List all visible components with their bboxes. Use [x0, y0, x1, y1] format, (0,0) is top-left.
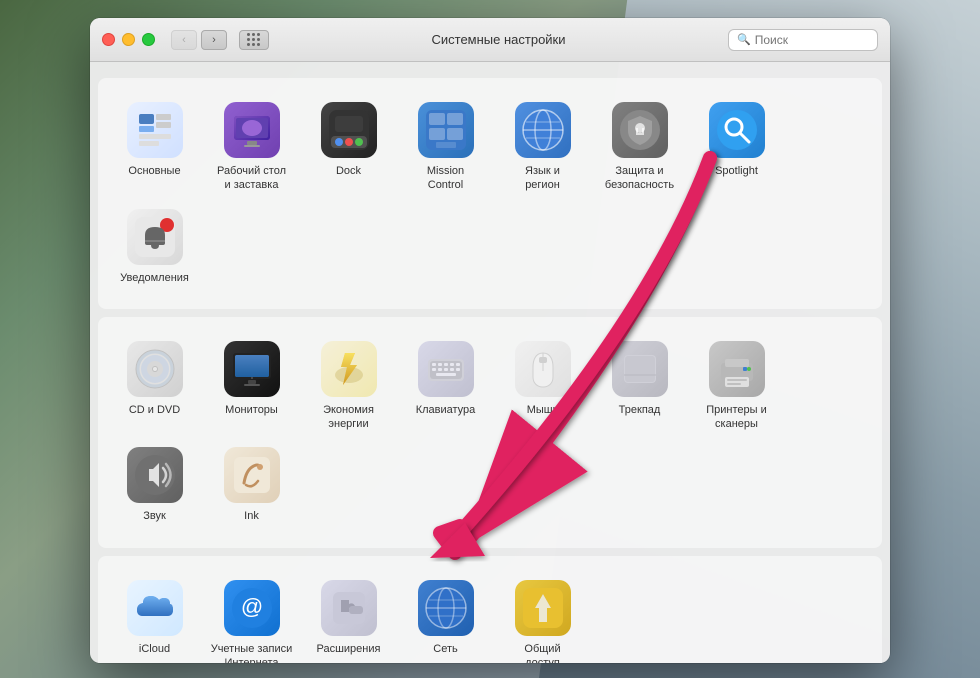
- energy-label: Экономияэнергии: [323, 403, 374, 432]
- sound-icon: [127, 447, 183, 503]
- icons-grid-internet: iCloud @ Учетные записиИнтернета: [106, 572, 874, 663]
- system-preferences-window: ‹ › Системные настройки 🔍: [90, 18, 890, 663]
- cd-icon: [127, 341, 183, 397]
- desktop-icon: [224, 102, 280, 158]
- icon-item-dock[interactable]: Dock: [300, 94, 397, 201]
- icons-grid-hardware: CD и DVD: [106, 333, 874, 532]
- icon-item-icloud[interactable]: iCloud: [106, 572, 203, 663]
- trackpad-label: Трекпад: [619, 403, 661, 417]
- ink-icon: [224, 447, 280, 503]
- notifications-label: Уведомления: [120, 271, 189, 285]
- printers-label: Принтеры исканеры: [706, 403, 767, 432]
- minimize-button[interactable]: [122, 33, 135, 46]
- ink-label: Ink: [244, 509, 259, 523]
- sound-label: Звук: [143, 509, 166, 523]
- keyboard-icon: [418, 341, 474, 397]
- search-input[interactable]: [755, 33, 869, 47]
- icon-item-mouse[interactable]: Мышь: [494, 333, 591, 440]
- icon-item-mission[interactable]: MissionControl: [397, 94, 494, 201]
- icon-item-general[interactable]: Основные: [106, 94, 203, 201]
- nav-buttons: ‹ ›: [171, 30, 227, 50]
- titlebar: ‹ › Системные настройки 🔍: [90, 18, 890, 62]
- monitors-label: Мониторы: [225, 403, 278, 417]
- icon-item-ink[interactable]: Ink: [203, 439, 300, 531]
- trackpad-icon: [612, 341, 668, 397]
- forward-button[interactable]: ›: [201, 30, 227, 50]
- cd-label: CD и DVD: [129, 403, 180, 417]
- icon-item-notifications[interactable]: Уведомления: [106, 201, 203, 293]
- mouse-icon: [515, 341, 571, 397]
- icon-item-monitors[interactable]: Мониторы: [203, 333, 300, 440]
- accounts-label: Учетные записиИнтернета: [211, 642, 293, 663]
- icon-item-printers[interactable]: Принтеры исканеры: [688, 333, 785, 440]
- mission-icon: [418, 102, 474, 158]
- traffic-lights: [102, 33, 155, 46]
- general-label: Основные: [128, 164, 180, 178]
- icon-item-energy[interactable]: Экономияэнергии: [300, 333, 397, 440]
- notifications-icon: [127, 209, 183, 265]
- dock-label: Dock: [336, 164, 361, 178]
- extensions-label: Расширения: [317, 642, 381, 656]
- icloud-label: iCloud: [139, 642, 170, 656]
- close-button[interactable]: [102, 33, 115, 46]
- icon-item-language[interactable]: Язык ирегион: [494, 94, 591, 201]
- icons-grid-personal: Основные: [106, 94, 874, 293]
- printers-icon: [709, 341, 765, 397]
- window-title: Системные настройки: [277, 32, 720, 47]
- section-personal: Основные: [98, 78, 882, 309]
- general-icon: [127, 102, 183, 158]
- search-box[interactable]: 🔍: [728, 29, 878, 51]
- extensions-icon: [321, 580, 377, 636]
- icon-item-network[interactable]: Сеть: [397, 572, 494, 663]
- grid-dots-icon: [247, 33, 261, 47]
- icon-item-security[interactable]: Защита ибезопасность: [591, 94, 688, 201]
- icon-item-trackpad[interactable]: Трекпад: [591, 333, 688, 440]
- security-label: Защита ибезопасность: [605, 164, 674, 193]
- icon-item-cd[interactable]: CD и DVD: [106, 333, 203, 440]
- icon-item-keyboard[interactable]: Клавиатура: [397, 333, 494, 440]
- icon-item-extensions[interactable]: Расширения: [300, 572, 397, 663]
- accounts-icon: @: [224, 580, 280, 636]
- icon-item-sound[interactable]: Звук: [106, 439, 203, 531]
- language-icon: [515, 102, 571, 158]
- icon-item-accounts[interactable]: @ Учетные записиИнтернета: [203, 572, 300, 663]
- monitors-icon: [224, 341, 280, 397]
- search-icon: 🔍: [737, 33, 751, 46]
- icon-item-sharing[interactable]: Общийдоступ: [494, 572, 591, 663]
- section-internet: iCloud @ Учетные записиИнтернета: [98, 556, 882, 663]
- security-icon: [612, 102, 668, 158]
- icloud-icon: [127, 580, 183, 636]
- maximize-button[interactable]: [142, 33, 155, 46]
- svg-text:@: @: [240, 594, 262, 619]
- section-hardware: CD и DVD: [98, 317, 882, 548]
- icon-item-spotlight[interactable]: Spotlight: [688, 94, 785, 201]
- spotlight-icon: [709, 102, 765, 158]
- grid-view-button[interactable]: [239, 30, 269, 50]
- desktop-label: Рабочий столи заставка: [217, 164, 286, 193]
- dock-icon: [321, 102, 377, 158]
- mission-label: MissionControl: [427, 164, 464, 193]
- network-label: Сеть: [433, 642, 457, 656]
- sharing-icon: [515, 580, 571, 636]
- network-icon: [418, 580, 474, 636]
- mouse-label: Мышь: [527, 403, 559, 417]
- language-label: Язык ирегион: [525, 164, 560, 193]
- keyboard-label: Клавиатура: [416, 403, 476, 417]
- icon-item-desktop[interactable]: Рабочий столи заставка: [203, 94, 300, 201]
- spotlight-label: Spotlight: [715, 164, 758, 178]
- energy-icon: [321, 341, 377, 397]
- back-button[interactable]: ‹: [171, 30, 197, 50]
- content-area: Основные: [90, 62, 890, 663]
- sharing-label: Общийдоступ: [524, 642, 560, 663]
